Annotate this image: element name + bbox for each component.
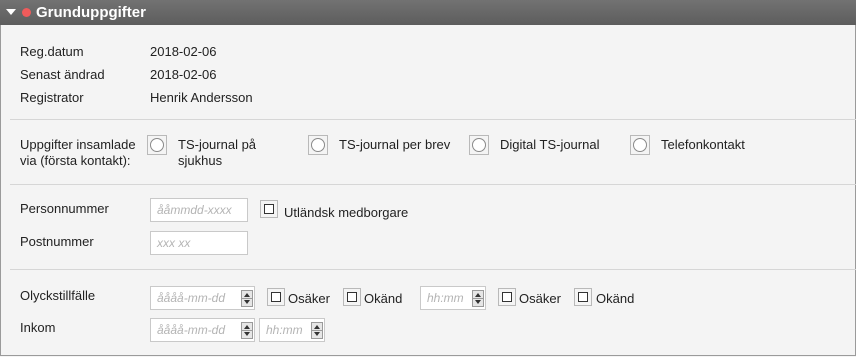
- time-spinner[interactable]: [472, 290, 484, 307]
- spin-divider: [242, 298, 252, 299]
- date-placeholder: åååå-mm-dd: [157, 323, 226, 337]
- spin-down-icon[interactable]: [244, 300, 250, 304]
- collection-label-line2: via (första kontakt):: [20, 153, 131, 168]
- postnummer-input[interactable]: xxx xx: [150, 231, 248, 255]
- collapse-triangle-icon[interactable]: [6, 9, 16, 15]
- option-digital-ts-journal: Digital TS-journal: [500, 137, 600, 152]
- postnummer-placeholder: xxx xx: [157, 236, 191, 250]
- spin-up-icon[interactable]: [314, 325, 320, 329]
- inkom-date-input[interactable]: åååå-mm-dd: [150, 318, 255, 342]
- time-placeholder: hh:mm: [266, 323, 303, 337]
- reg-datum-label: Reg.datum: [20, 44, 84, 59]
- time-okand-checkbox[interactable]: [574, 288, 592, 306]
- checkbox-box-icon: [347, 292, 357, 302]
- spin-down-icon[interactable]: [475, 300, 481, 304]
- spin-divider: [242, 330, 252, 331]
- date-okand-label: Okänd: [364, 291, 403, 306]
- time-osaker-label: Osäker: [519, 291, 561, 306]
- time-okand-label: Okänd: [596, 291, 635, 306]
- date-spinner[interactable]: [241, 290, 253, 307]
- radio-circle-icon: [311, 138, 325, 152]
- spin-divider: [473, 298, 483, 299]
- option-ts-journal-sjukhus-line2: sjukhus: [178, 153, 223, 168]
- date-osaker-label: Osäker: [288, 291, 330, 306]
- spin-down-icon[interactable]: [244, 332, 250, 336]
- spin-divider: [312, 330, 322, 331]
- senast-andrad-value: 2018-02-06: [150, 67, 217, 82]
- checkbox-box-icon: [271, 292, 281, 302]
- date-okand-checkbox[interactable]: [343, 288, 361, 306]
- divider: [10, 184, 856, 185]
- radio-digital-ts-journal[interactable]: [469, 135, 489, 155]
- time-spinner[interactable]: [311, 322, 323, 339]
- utlandsk-medborgare-label: Utländsk medborgare: [284, 205, 409, 220]
- reg-datum-value: 2018-02-06: [150, 44, 217, 59]
- spin-up-icon[interactable]: [475, 293, 481, 297]
- checkbox-box-icon: [578, 292, 588, 302]
- collection-label-line1: Uppgifter insamlade: [20, 137, 136, 152]
- registrator-value: Henrik Andersson: [150, 90, 253, 105]
- olyckstillfalle-time-input[interactable]: hh:mm: [420, 286, 486, 310]
- olyckstillfalle-label: Olyckstillfälle: [20, 288, 96, 303]
- radio-ts-journal-brev[interactable]: [308, 135, 328, 155]
- radio-circle-icon: [633, 138, 647, 152]
- option-ts-journal-brev: TS-journal per brev: [339, 137, 451, 152]
- postnummer-label: Postnummer: [20, 234, 94, 249]
- time-placeholder: hh:mm: [427, 291, 464, 305]
- personnummer-label: Personnummer: [20, 201, 109, 216]
- section-title: Grunduppgifter: [36, 4, 146, 21]
- option-ts-journal-sjukhus-line1: TS-journal på: [178, 137, 257, 152]
- section-header[interactable]: Grunduppgifter: [0, 0, 856, 25]
- option-telefonkontakt: Telefonkontakt: [661, 137, 745, 152]
- registrator-label: Registrator: [20, 90, 84, 105]
- date-spinner[interactable]: [241, 322, 253, 339]
- radio-ts-journal-sjukhus[interactable]: [147, 135, 167, 155]
- inkom-time-input[interactable]: hh:mm: [259, 318, 325, 342]
- checkbox-box-icon: [264, 204, 274, 214]
- spin-down-icon[interactable]: [314, 332, 320, 336]
- senast-andrad-label: Senast ändrad: [20, 67, 105, 82]
- utlandsk-medborgare-checkbox[interactable]: [260, 200, 278, 218]
- radio-telefonkontakt[interactable]: [630, 135, 650, 155]
- radio-circle-icon: [150, 138, 164, 152]
- radio-circle-icon: [472, 138, 486, 152]
- required-indicator-icon: [22, 8, 31, 17]
- personnummer-placeholder: ååmmdd-xxxx: [157, 203, 232, 217]
- spin-up-icon[interactable]: [244, 293, 250, 297]
- divider: [10, 269, 856, 270]
- time-osaker-checkbox[interactable]: [498, 288, 516, 306]
- spin-up-icon[interactable]: [244, 325, 250, 329]
- date-osaker-checkbox[interactable]: [267, 288, 285, 306]
- divider: [10, 119, 856, 120]
- personnummer-input[interactable]: ååmmdd-xxxx: [150, 198, 248, 222]
- checkbox-box-icon: [502, 292, 512, 302]
- olyckstillfalle-date-input[interactable]: åååå-mm-dd: [150, 286, 255, 310]
- inkom-label: Inkom: [20, 320, 56, 335]
- date-placeholder: åååå-mm-dd: [157, 291, 226, 305]
